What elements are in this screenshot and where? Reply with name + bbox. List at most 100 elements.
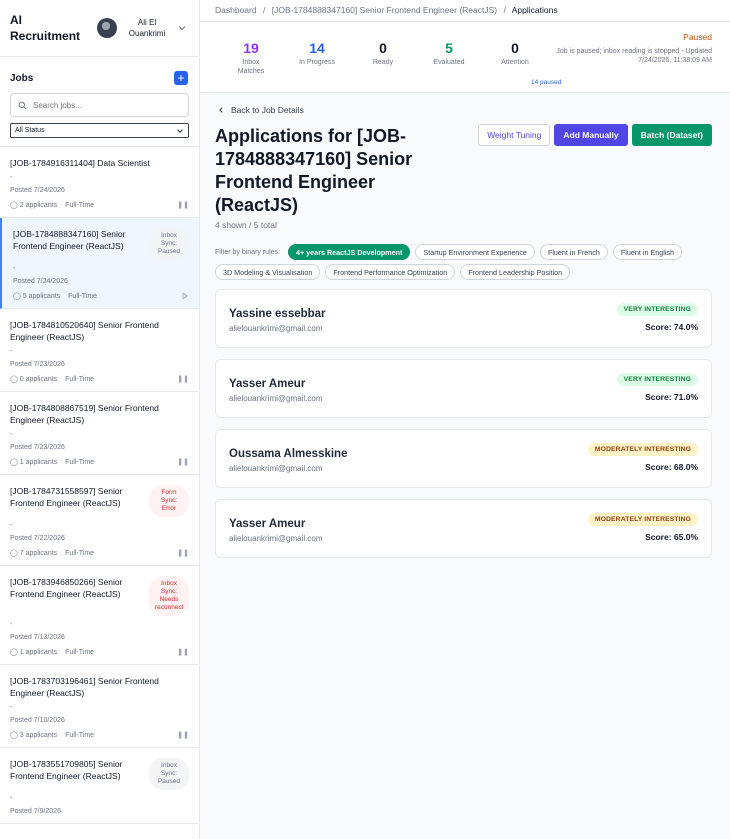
pause-icon[interactable]: ❚❚ — [177, 549, 189, 557]
back-label: Back to Job Details — [231, 105, 304, 115]
job-meta: ◯ 1 applicants Full-Time ❚❚ — [10, 458, 189, 467]
filter-chip[interactable]: Fluent in English — [612, 244, 683, 260]
job-title: [JOB-1784810520640] Senior Frontend Engi… — [10, 320, 159, 342]
candidate-score: Score: 71.0% — [645, 392, 698, 402]
search-input[interactable] — [33, 100, 173, 110]
stat-label: Evaluated — [433, 59, 465, 66]
applicants-label: 7 applicants — [19, 550, 58, 557]
batch-dataset-button[interactable]: Batch (Dataset) — [631, 124, 712, 146]
interest-badge: MODERATELY INTERESTING — [587, 513, 698, 526]
job-list-item[interactable]: [JOB-1784810520640] Senior Frontend Engi… — [0, 309, 199, 392]
candidate-card[interactable]: Yasser Ameur alielouankrimi@gmail.com MO… — [215, 499, 712, 558]
applicants-label: 1 applicants — [19, 459, 58, 466]
job-posted-date: Posted 7/23/2026 — [10, 444, 65, 451]
chevron-down-icon — [177, 128, 183, 133]
shown-count: 4 shown / 5 total — [215, 220, 277, 230]
job-list-item[interactable]: [JOB-1783551709805] Senior Frontend Engi… — [0, 748, 199, 824]
applicants-label: 3 applicants — [19, 732, 58, 739]
avatar — [97, 18, 117, 38]
job-list-item[interactable]: [JOB-1784808867519] Senior Frontend Engi… — [0, 392, 199, 475]
weight-tuning-button[interactable]: Weight Tuning — [478, 124, 551, 146]
job-separator: - — [10, 621, 13, 628]
job-type: Full-Time — [68, 292, 98, 300]
job-title: [JOB-1783703196461] Senior Frontend Engi… — [10, 676, 159, 698]
add-job-button[interactable]: + — [174, 71, 188, 85]
pause-icon[interactable]: ❚❚ — [177, 201, 189, 209]
breadcrumb-dashboard[interactable]: Dashboard — [215, 5, 257, 15]
pause-icon[interactable]: ❚❚ — [177, 731, 189, 739]
filter-chip[interactable]: Fluent in French — [539, 244, 608, 260]
job-separator: - — [10, 795, 13, 802]
job-type: Full-Time — [65, 458, 95, 466]
brand-bar: AI Recruitment Ali El Ouankrimi — [0, 0, 199, 57]
job-list-item[interactable]: [JOB-1783946850266] Senior Frontend Engi… — [0, 566, 199, 665]
job-search — [10, 93, 189, 117]
job-type: Full-Time — [65, 731, 95, 739]
filter-chip[interactable]: 3D Modeling & Visualisation — [215, 264, 321, 280]
jobs-title: Jobs — [10, 72, 34, 84]
applicants-count: ◯ 0 applicants — [10, 375, 57, 383]
sync-status-badge: Form Sync: Error — [149, 485, 189, 517]
job-list-item[interactable]: [JOB-1783703196461] Senior Frontend Engi… — [0, 665, 199, 748]
candidate-name: Oussama Almesskine — [229, 448, 348, 460]
candidate-score: Score: 68.0% — [645, 462, 698, 472]
applicants-count: ◯ 1 applicants — [10, 648, 57, 656]
applicants-label: 1 applicants — [19, 649, 58, 656]
job-separator: - — [10, 348, 13, 355]
stat-value: 0 — [379, 40, 387, 56]
filter-chip[interactable]: 4+ years ReactJS Development — [287, 244, 411, 260]
stat-value: 5 — [445, 40, 453, 56]
users-icon: ◯ — [13, 293, 21, 300]
candidate-card[interactable]: Oussama Almesskine alielouankrimi@gmail.… — [215, 429, 712, 488]
back-link[interactable]: Back to Job Details — [217, 105, 712, 115]
job-separator: - — [13, 265, 16, 272]
applicants-label: 5 applicants — [22, 293, 61, 300]
candidate-card[interactable]: Yasser Ameur alielouankrimi@gmail.com VE… — [215, 359, 712, 418]
breadcrumb-job[interactable]: [JOB-1784888347160] Senior Frontend Engi… — [272, 5, 497, 15]
job-list-item[interactable]: [JOB-1784888347160] Senior Frontend Engi… — [0, 218, 199, 309]
job-list-item[interactable]: [JOB-1784731558597] Senior Frontend Engi… — [0, 475, 199, 566]
status-filter-value: All Status — [15, 127, 45, 134]
status-filter-select[interactable]: All Status — [10, 123, 189, 138]
user-menu[interactable]: Ali El Ouankrimi — [97, 17, 187, 39]
filter-chip[interactable]: Startup Environment Experience — [415, 244, 535, 260]
job-posted-date: Posted 7/24/2026 — [13, 278, 68, 285]
job-separator: - — [10, 431, 13, 438]
job-posted-date: Posted 7/10/2026 — [10, 717, 65, 724]
job-separator: - — [10, 704, 13, 711]
job-list: [JOB-1784916311404] Data Scientist - Pos… — [0, 146, 199, 839]
filter-chip[interactable]: Frontend Leadership Position — [460, 264, 571, 280]
status-message: Job is paused; inbox reading is stopped … — [556, 48, 712, 64]
pause-icon[interactable]: ❚❚ — [177, 458, 189, 466]
add-manually-button[interactable]: Add Manually — [554, 124, 628, 146]
applications-content: Back to Job Details Applications for [JO… — [200, 93, 730, 839]
interest-badge: MODERATELY INTERESTING — [587, 443, 698, 456]
sync-status-badge: Inbox Sync: Needs reconnect — [149, 576, 189, 616]
sync-status-badge: Inbox Sync: Paused — [149, 758, 189, 790]
pause-icon[interactable]: ❚❚ — [177, 648, 189, 656]
candidate-score: Score: 65.0% — [645, 532, 698, 542]
job-list-item[interactable]: [JOB-1784916311404] Data Scientist - Pos… — [0, 147, 199, 218]
candidate-name: Yasser Ameur — [229, 518, 306, 530]
applicants-count: ◯ 2 applicants — [10, 201, 57, 209]
chevron-left-icon — [219, 107, 223, 113]
stat-value: 14 — [309, 40, 325, 56]
interest-badge: VERY INTERESTING — [616, 303, 698, 316]
stat-label: Inbox Matches — [237, 59, 265, 75]
job-posted-date: Posted 7/23/2026 — [10, 361, 65, 368]
candidate-card[interactable]: Yassine essebbar alielouankrimi@gmail.co… — [215, 289, 712, 348]
sidebar: AI Recruitment Ali El Ouankrimi Jobs + A… — [0, 0, 200, 839]
candidate-list: Yassine essebbar alielouankrimi@gmail.co… — [215, 289, 712, 558]
stat-label: In Progress — [299, 59, 335, 66]
job-meta: ◯ 1 applicants Full-Time ❚❚ — [10, 648, 189, 657]
app-root: AI Recruitment Ali El Ouankrimi Jobs + A… — [0, 0, 730, 839]
play-icon[interactable] — [181, 292, 189, 300]
job-title: [JOB-1783551709805] Senior Frontend Engi… — [10, 759, 123, 781]
filter-chip[interactable]: Frontend Performance Optimization — [325, 264, 456, 280]
candidate-email: alielouankrimi@gmail.com — [229, 534, 323, 543]
paused-count-link[interactable]: 14 paused — [531, 79, 561, 86]
stat-label: Ready — [372, 59, 394, 66]
users-icon: ◯ — [10, 202, 18, 209]
job-title: [JOB-1784888347160] Senior Frontend Engi… — [13, 229, 126, 251]
pause-icon[interactable]: ❚❚ — [177, 375, 189, 383]
